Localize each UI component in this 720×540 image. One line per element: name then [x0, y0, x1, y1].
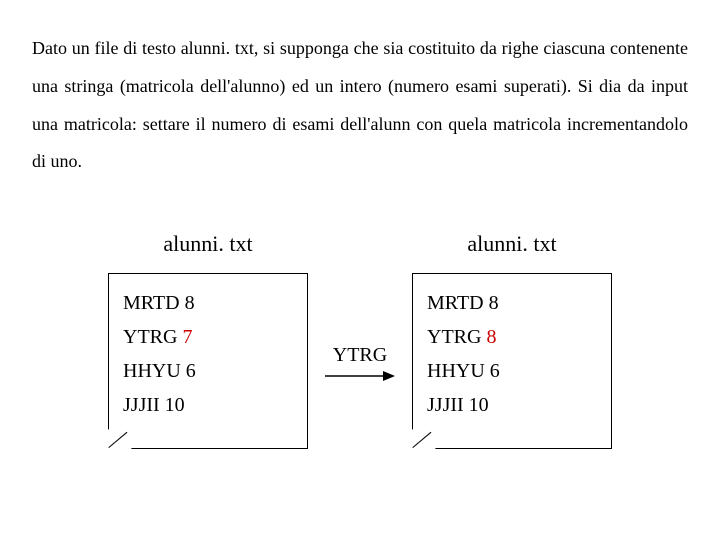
table-row: YTRG 8: [427, 320, 597, 354]
arrow-right-icon: [325, 369, 395, 383]
file-left-title: alunni. txt: [163, 231, 252, 257]
arrow-block: YTRG: [320, 344, 400, 383]
table-row: JJJII 10: [427, 388, 597, 422]
page-fold-icon: [413, 428, 437, 448]
file-right-title: alunni. txt: [467, 231, 556, 257]
table-row: JJJII 10: [123, 388, 293, 422]
table-row: YTRG 7: [123, 320, 293, 354]
file-left-box: MRTD 8 YTRG 7 HHYU 6 JJJII 10: [108, 273, 308, 449]
page-fold-icon: [109, 428, 133, 448]
table-row: HHYU 6: [427, 354, 597, 388]
files-row: alunni. txt MRTD 8 YTRG 7 HHYU 6 JJJII 1…: [32, 231, 688, 449]
arrow-label: YTRG: [333, 344, 387, 367]
table-row: MRTD 8: [427, 286, 597, 320]
file-left-block: alunni. txt MRTD 8 YTRG 7 HHYU 6 JJJII 1…: [108, 231, 308, 449]
problem-description: Dato un file di testo alunni. txt, si su…: [32, 30, 688, 181]
file-right-block: alunni. txt MRTD 8 YTRG 8 HHYU 6 JJJII 1…: [412, 231, 612, 449]
file-right-box: MRTD 8 YTRG 8 HHYU 6 JJJII 10: [412, 273, 612, 449]
table-row: MRTD 8: [123, 286, 293, 320]
table-row: HHYU 6: [123, 354, 293, 388]
